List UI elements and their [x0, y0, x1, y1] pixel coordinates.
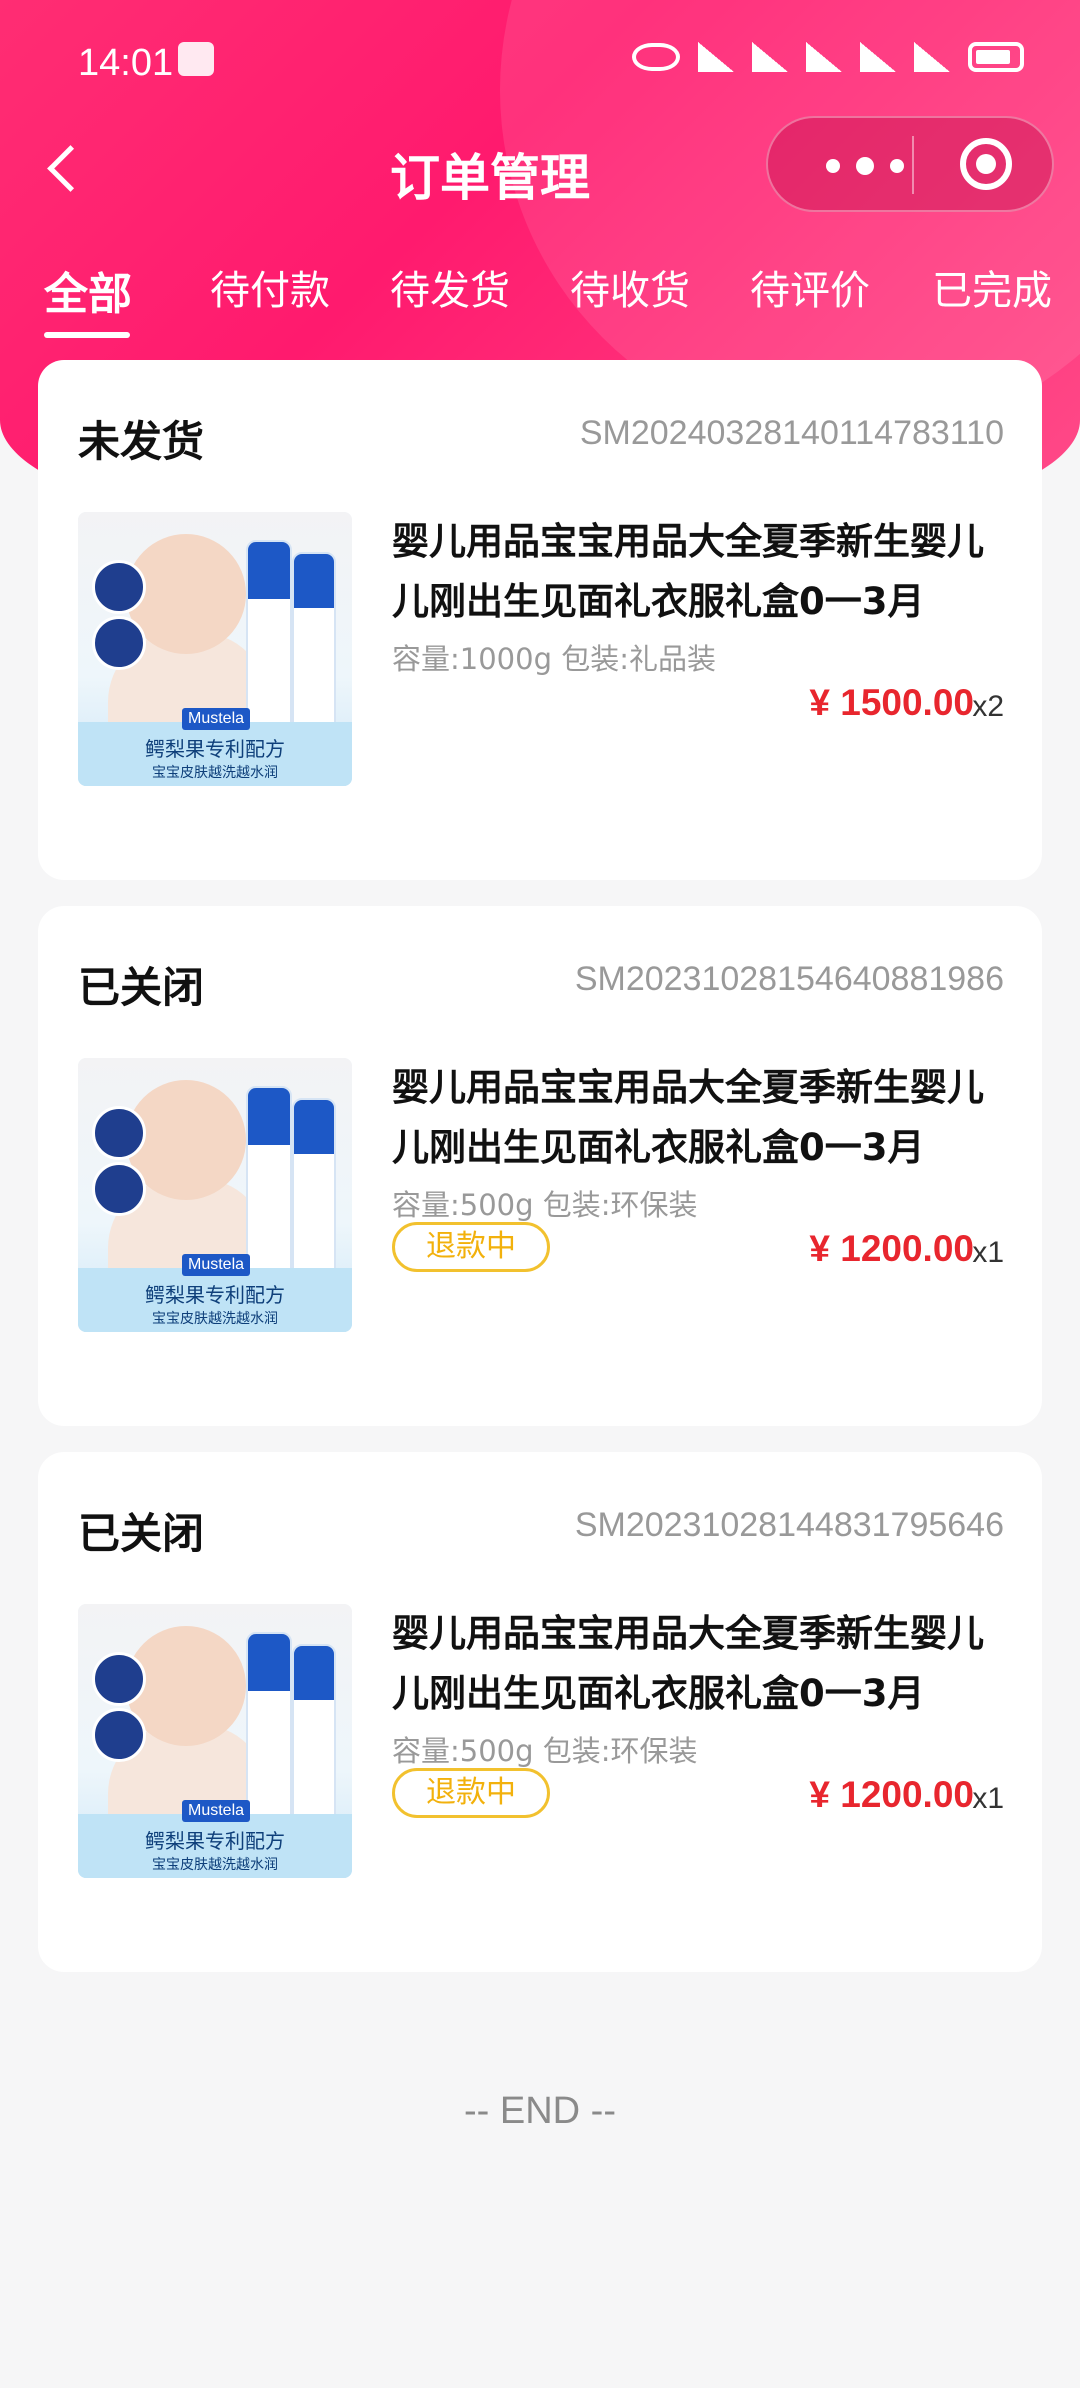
- order-card[interactable]: 未发货 SM20240328140114783110 Mustela 鳄梨果专利…: [38, 360, 1042, 880]
- mini-program-capsule: [766, 116, 1054, 212]
- capsule-divider: [912, 136, 914, 194]
- app-notification-icon: [178, 42, 214, 76]
- product-image[interactable]: Mustela 鳄梨果专利配方 宝宝皮肤越洗越水润: [78, 1058, 352, 1332]
- product-price: ¥ 1200.00: [809, 1228, 974, 1269]
- status-bar: 14:01: [0, 0, 1080, 130]
- status-time: 14:01: [78, 42, 174, 84]
- brand-label: Mustela: [182, 1254, 251, 1276]
- order-tabs: 全部 待付款 待发货 待收货 待评价 已完成: [0, 258, 1080, 338]
- product-spec: 容量:500g 包装:环保装: [392, 1188, 698, 1222]
- active-tab-indicator: [44, 332, 130, 338]
- refund-status-badge: 退款中: [392, 1222, 550, 1272]
- product-title[interactable]: 婴儿用品宝宝用品大全夏季新生婴儿儿刚出生见面礼衣服礼盒0一3月: [392, 512, 1012, 632]
- brand-label: Mustela: [182, 708, 251, 730]
- image-subcaption: 宝宝皮肤越洗越水润: [152, 1311, 278, 1327]
- order-number: SM20231028144831795646: [574, 1506, 1004, 1544]
- vibrate-icon: [752, 42, 788, 72]
- product-title[interactable]: 婴儿用品宝宝用品大全夏季新生婴儿儿刚出生见面礼衣服礼盒0一3月: [392, 1604, 1012, 1724]
- nav-bar: 订单管理: [0, 116, 1080, 250]
- order-card[interactable]: 已关闭 SM20231028144831795646 Mustela 鳄梨果专利…: [38, 1452, 1042, 1972]
- order-status: 已关闭: [78, 1509, 205, 1558]
- alarm-icon: [698, 42, 734, 72]
- tab-all[interactable]: 全部: [44, 258, 132, 322]
- tab-pending-payment[interactable]: 待付款: [210, 258, 330, 316]
- product-spec: 容量:500g 包装:环保装: [392, 1734, 698, 1768]
- battery-icon: [968, 42, 1024, 72]
- signal-5g-icon: [914, 42, 950, 72]
- order-number: SM20231028154640881986: [574, 960, 1004, 998]
- product-quantity: x1: [972, 1236, 1004, 1269]
- more-options-button[interactable]: [816, 140, 926, 190]
- brand-label: Mustela: [182, 1800, 251, 1822]
- signal-4g-icon: [860, 42, 896, 72]
- product-quantity: x1: [972, 1782, 1004, 1815]
- status-icons: [632, 42, 1024, 72]
- image-subcaption: 宝宝皮肤越洗越水润: [152, 765, 278, 781]
- product-price: ¥ 1200.00: [809, 1774, 974, 1815]
- order-status: 未发货: [78, 417, 205, 466]
- eye-icon: [632, 43, 680, 71]
- product-spec: 容量:1000g 包装:礼品装: [392, 642, 716, 676]
- order-number: SM20240328140114783110: [579, 414, 1004, 452]
- wifi-icon: [806, 42, 842, 72]
- refund-status-badge: 退款中: [392, 1768, 550, 1818]
- image-caption: 鳄梨果专利配方: [145, 1283, 285, 1307]
- order-card[interactable]: 已关闭 SM20231028154640881986 Mustela 鳄梨果专利…: [38, 906, 1042, 1426]
- product-title[interactable]: 婴儿用品宝宝用品大全夏季新生婴儿儿刚出生见面礼衣服礼盒0一3月: [392, 1058, 1012, 1178]
- close-mini-program-button[interactable]: [960, 138, 1012, 190]
- product-image[interactable]: Mustela 鳄梨果专利配方 宝宝皮肤越洗越水润: [78, 1604, 352, 1878]
- image-caption: 鳄梨果专利配方: [145, 737, 285, 761]
- product-quantity: x2: [972, 690, 1004, 723]
- tab-pending-receipt[interactable]: 待收货: [570, 258, 690, 316]
- tab-pending-review[interactable]: 待评价: [750, 258, 870, 316]
- image-caption: 鳄梨果专利配方: [145, 1829, 285, 1853]
- tab-pending-shipment[interactable]: 待发货: [390, 258, 510, 316]
- list-end-indicator: -- END --: [464, 2090, 616, 2132]
- image-subcaption: 宝宝皮肤越洗越水润: [152, 1857, 278, 1873]
- tab-completed[interactable]: 已完成: [932, 258, 1052, 316]
- product-image[interactable]: Mustela 鳄梨果专利配方 宝宝皮肤越洗越水润: [78, 512, 352, 786]
- product-price: ¥ 1500.00: [809, 682, 974, 723]
- order-status: 已关闭: [78, 963, 205, 1012]
